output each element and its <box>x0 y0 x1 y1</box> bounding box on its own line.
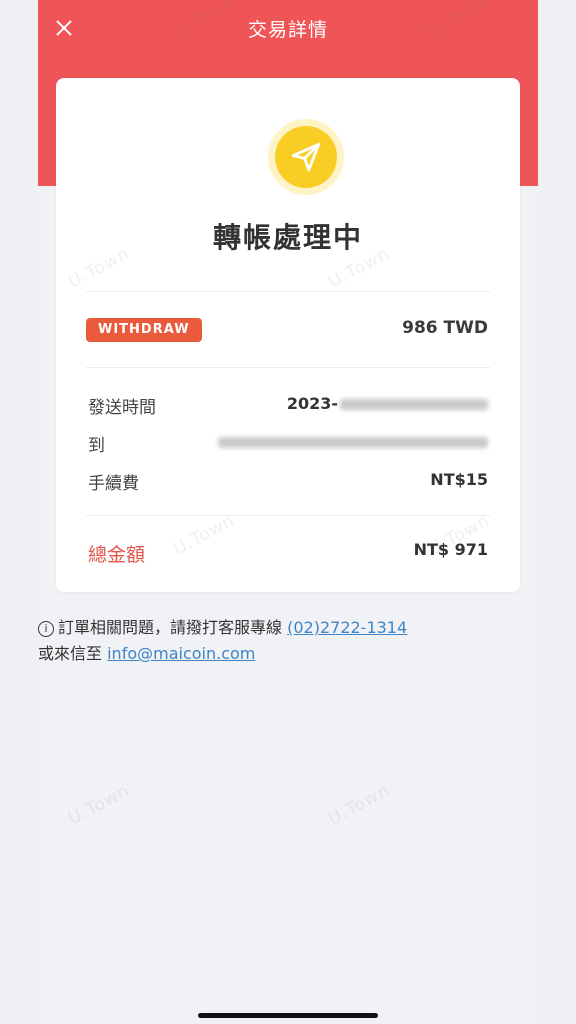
fee-label: 手續費 <box>88 474 139 494</box>
email-link[interactable]: info@maicoin.com <box>107 644 255 663</box>
status-title: 轉帳處理中 <box>212 221 363 254</box>
send-time-label: 發送時間 <box>88 398 156 418</box>
total-value: NT$ 971 <box>413 540 488 559</box>
notice-text-2: 或來信至 <box>38 644 103 663</box>
info-icon: i <box>38 621 54 637</box>
divider <box>86 291 490 292</box>
status-icon-ring <box>268 119 344 195</box>
transaction-amount: 986 TWD <box>402 318 488 338</box>
notice-text: 訂單相關問題，請撥打客服專線 <box>58 618 283 637</box>
divider <box>86 515 490 516</box>
left-margin <box>0 0 38 1024</box>
transaction-detail-screen: 交易詳情 轉帳處理中 WITHDRAW 986 TWD 發送時間 2023- 到… <box>38 0 538 1024</box>
support-notice: i 訂單相關問題，請撥打客服專線 (02)2722-1314 或來信至 info@… <box>38 615 478 667</box>
send-time-value: 2023- <box>287 394 488 413</box>
home-indicator <box>198 1013 378 1018</box>
fee-value: NT$15 <box>430 470 488 489</box>
recipient-label: 到 <box>88 436 105 456</box>
transaction-type-badge: WITHDRAW <box>86 318 202 342</box>
divider <box>86 367 490 368</box>
paper-plane-icon <box>275 126 337 188</box>
transaction-card: 轉帳處理中 WITHDRAW 986 TWD 發送時間 2023- 到 手續費 … <box>56 78 520 592</box>
redacted-recipient <box>218 437 488 448</box>
recipient-value <box>218 432 488 451</box>
page-title: 交易詳情 <box>247 19 328 41</box>
phone-link[interactable]: (02)2722-1314 <box>287 618 407 637</box>
watermark: U.Town <box>65 780 134 830</box>
redacted-time <box>340 399 488 410</box>
right-margin <box>538 0 576 1024</box>
watermark: U.Town <box>325 780 394 830</box>
total-label: 總金額 <box>88 544 146 566</box>
